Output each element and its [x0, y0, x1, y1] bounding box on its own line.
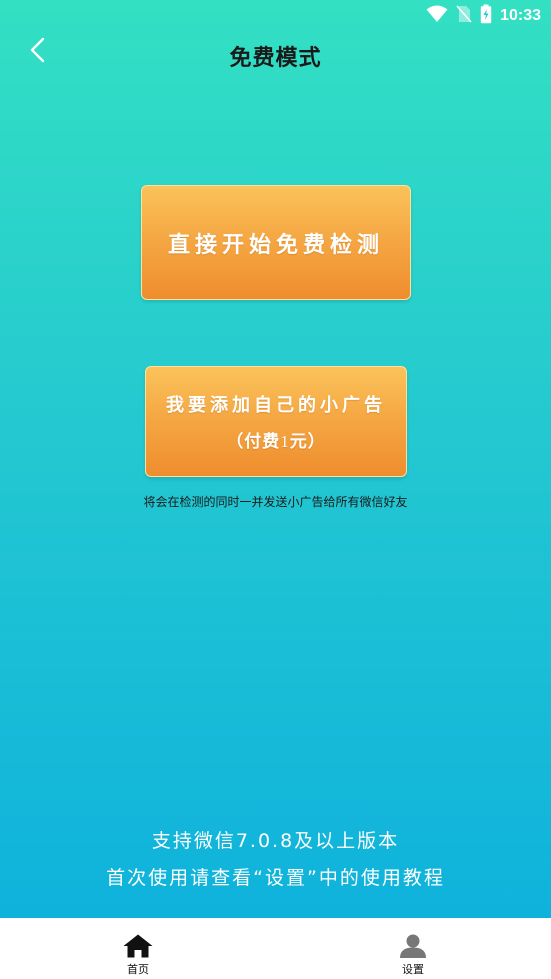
- home-icon: [123, 934, 153, 962]
- status-bar: 10:33: [0, 0, 551, 32]
- ad-price-close-paren: ）: [307, 432, 326, 452]
- nav-item-settings[interactable]: 设置: [373, 934, 453, 977]
- wifi-icon: [426, 5, 448, 27]
- add-my-ad-label: 我要添加自己的小广告: [166, 395, 386, 416]
- tutorial-hint-text: 首次使用请查看“设置”中的使用教程: [106, 867, 445, 889]
- start-free-detection-label: 直接开始免费检测: [167, 232, 384, 258]
- ad-price-open-paren: （: [226, 432, 245, 452]
- battery-charging-icon: [480, 4, 492, 28]
- status-icons: 10:33: [426, 4, 541, 28]
- add-my-ad-button[interactable]: 我要添加自己的小广告 （付费1元）: [145, 366, 407, 477]
- ad-price-label: （付费1元）: [226, 427, 326, 452]
- ad-price-amount: 1: [280, 432, 290, 451]
- user-icon: [398, 934, 428, 962]
- ad-price-text: 付费: [244, 432, 281, 452]
- no-sim-icon: [456, 5, 472, 27]
- nav-label-settings: 设置: [402, 963, 424, 976]
- nav-item-home[interactable]: 首页: [98, 934, 178, 977]
- status-time: 10:33: [500, 7, 541, 24]
- ad-note: 将会在检测的同时一并发送小广告给所有微信好友: [143, 495, 408, 509]
- start-free-detection-button[interactable]: 直接开始免费检测: [141, 185, 411, 300]
- ad-price-unit: 元: [289, 432, 308, 452]
- bottom-nav: 首页 设置: [0, 918, 551, 979]
- main-screen: 10:33 免费模式 直接开始免费检测 我要添加自己的小广告 （付费1元） 将会…: [0, 0, 551, 918]
- version-support-text: 支持微信7.0.8及以上版本: [151, 830, 400, 852]
- page-title: 免费模式: [229, 46, 322, 71]
- nav-label-home: 首页: [127, 963, 149, 976]
- header: 免费模式: [0, 30, 551, 80]
